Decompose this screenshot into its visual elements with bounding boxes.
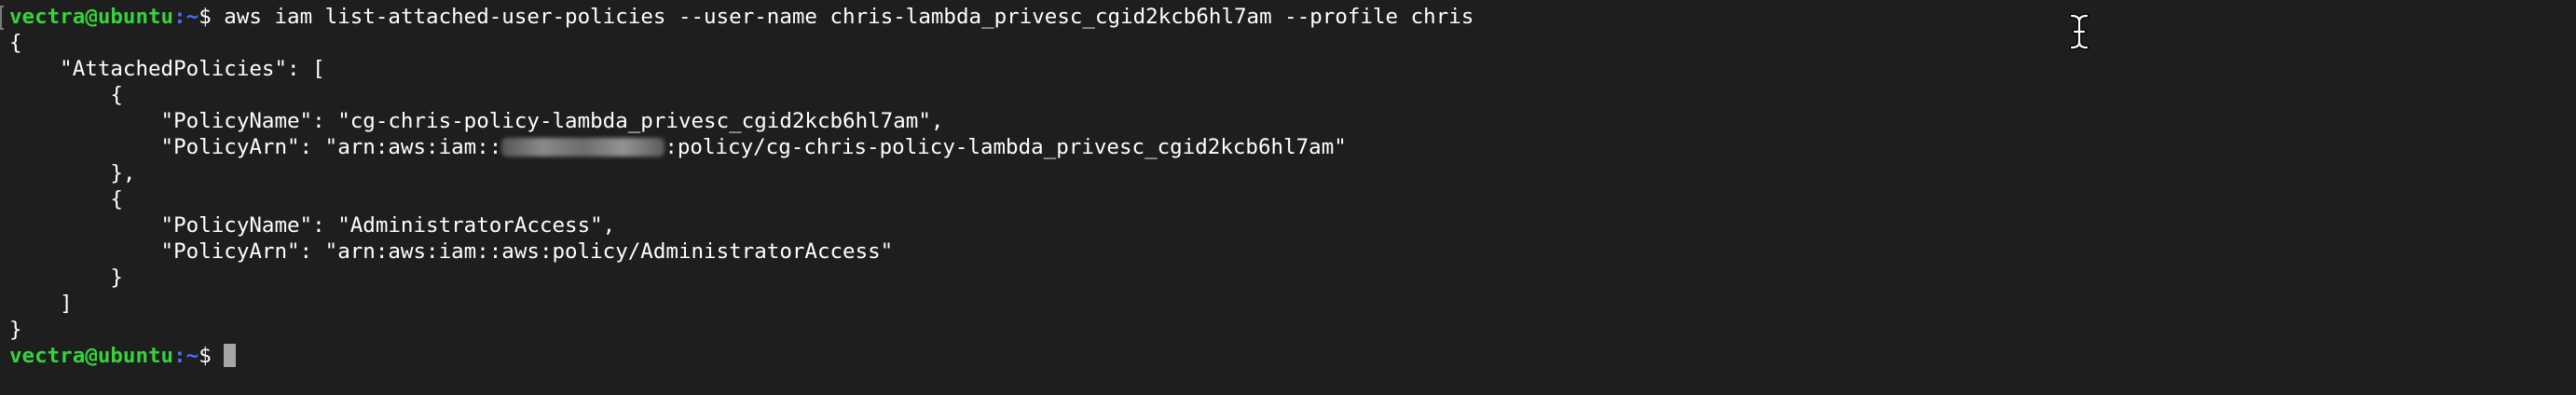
command-text: aws iam list-attached-user-policies --us… <box>224 5 1474 29</box>
prompt-path: :~ <box>173 344 199 368</box>
output-line: "AttachedPolicies": [ <box>9 57 325 81</box>
window-edge <box>0 6 4 30</box>
output-line: } <box>9 318 22 342</box>
block-cursor <box>224 344 237 367</box>
arn-suffix: :policy/cg-chris-policy-lambda_privesc_c… <box>665 135 1347 159</box>
output-line: { <box>9 31 22 55</box>
command-line: vectra@ubuntu:~$ aws iam list-attached-u… <box>9 4 2576 30</box>
prompt-user-host: vectra@ubuntu <box>9 344 174 368</box>
prompt-symbol: $ <box>199 5 225 29</box>
prompt-path: :~ <box>173 5 199 29</box>
redacted-account-id <box>501 138 665 157</box>
prompt-user-host: vectra@ubuntu <box>9 5 174 29</box>
output-line: "PolicyName": "AdministratorAccess", <box>9 213 616 238</box>
output-line: } <box>9 266 123 290</box>
output-line: }, <box>9 161 136 185</box>
output-line: { <box>9 187 123 211</box>
output-line: { <box>9 83 123 107</box>
output-line-redacted: "PolicyArn": "arn:aws:iam:::policy/cg-ch… <box>9 134 2576 160</box>
output-line: "PolicyArn": "arn:aws:iam::aws:policy/Ad… <box>9 239 894 264</box>
prompt-symbol: $ <box>199 344 225 368</box>
arn-prefix: "PolicyArn": "arn:aws:iam:: <box>9 135 502 159</box>
terminal-window[interactable]: vectra@ubuntu:~$ aws iam list-attached-u… <box>0 0 2576 395</box>
output-line: "PolicyName": "cg-chris-policy-lambda_pr… <box>9 109 944 133</box>
ibeam-cursor-icon <box>2069 13 2090 50</box>
active-prompt-line[interactable]: vectra@ubuntu:~$ <box>9 343 2576 369</box>
output-line: ] <box>9 292 73 316</box>
